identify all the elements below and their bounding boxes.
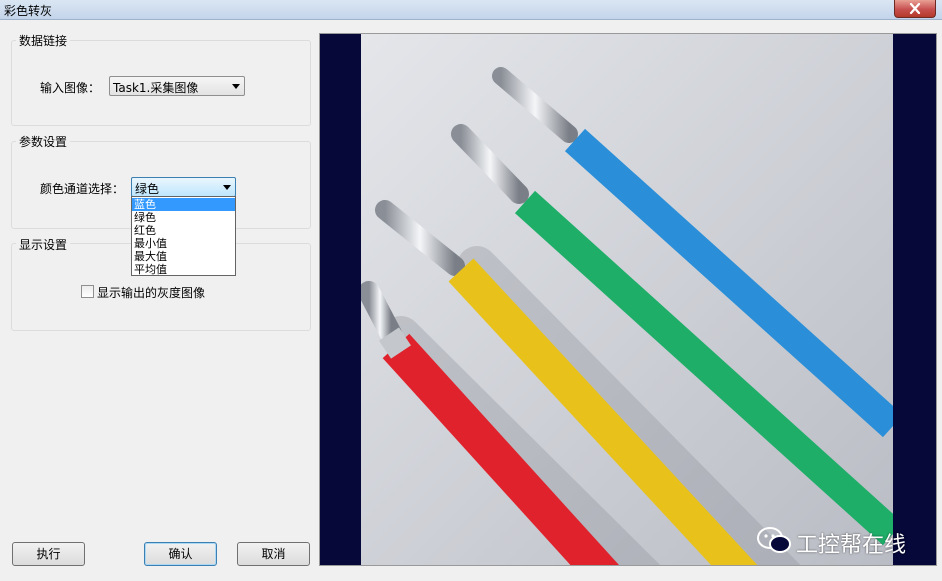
params-group-title: 参数设置 — [16, 133, 71, 150]
preview-image — [361, 34, 893, 565]
input-image-value: Task1.采集图像 — [113, 81, 199, 95]
dropdown-option[interactable]: 平均值 — [132, 263, 235, 276]
color-channel-dropdown: 蓝色 绿色 红色 最小值 最大值 平均值 — [131, 196, 236, 276]
window-title: 彩色转灰 — [4, 4, 53, 18]
dropdown-option[interactable]: 最大值 — [132, 250, 235, 263]
chevron-down-icon — [232, 84, 240, 89]
input-image-select[interactable]: Task1.采集图像 — [109, 76, 245, 96]
execute-button[interactable]: 执行 — [12, 542, 85, 566]
chevron-down-icon — [223, 185, 231, 190]
show-gray-output-label[interactable]: 显示输出的灰度图像 — [97, 284, 205, 301]
dropdown-option[interactable]: 最小值 — [132, 237, 235, 250]
title-bar: 彩色转灰 — [0, 0, 942, 20]
confirm-button[interactable]: 确认 — [144, 542, 217, 566]
cancel-button[interactable]: 取消 — [237, 542, 310, 566]
show-gray-output-checkbox[interactable] — [81, 285, 94, 298]
color-channel-select[interactable]: 绿色 — [131, 177, 236, 197]
input-image-label: 输入图像： — [40, 81, 101, 95]
dropdown-option[interactable]: 绿色 — [132, 211, 235, 224]
wechat-icon — [757, 527, 791, 553]
display-group-title: 显示设置 — [16, 236, 71, 253]
color-channel-label: 颜色通道选择： — [40, 182, 125, 196]
dropdown-option[interactable]: 红色 — [132, 224, 235, 237]
close-icon — [909, 3, 921, 14]
image-display-panel[interactable] — [319, 33, 937, 566]
dropdown-option[interactable]: 蓝色 — [132, 198, 235, 211]
close-button[interactable] — [894, 0, 936, 18]
color-channel-value: 绿色 — [135, 182, 160, 196]
data-link-group-title: 数据链接 — [16, 32, 71, 49]
watermark-text: 工控帮在线 — [796, 533, 907, 558]
